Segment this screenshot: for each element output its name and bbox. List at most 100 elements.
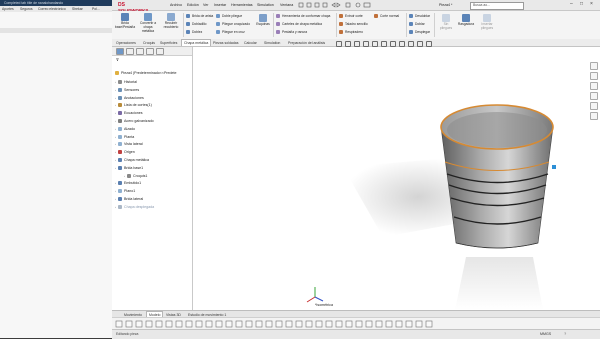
menu-herramientas[interactable]: Herramientas — [231, 3, 253, 7]
file-explorer-icon[interactable] — [590, 92, 598, 100]
tree-item[interactable]: › Sensores — [115, 88, 139, 92]
simple-hole-button[interactable]: Taladro sencillo — [339, 22, 368, 27]
corners-button[interactable]: Esquinas — [254, 14, 272, 27]
hem-button[interactable]: Dobladillo — [186, 22, 206, 27]
jog-button[interactable]: Doble pliegue — [216, 14, 242, 19]
sheetmetal-gusset-button[interactable]: Carteles de chapa metálica — [276, 22, 322, 27]
tab-preparacion-analisis[interactable]: Preparación del análisis — [286, 40, 327, 46]
tree-item[interactable]: › Vista lateral — [115, 142, 143, 147]
menu-simulation[interactable]: Simulation — [257, 3, 274, 7]
property-manager-tab-icon[interactable] — [126, 48, 134, 55]
bookmark-item[interactable]: Pol... — [92, 7, 100, 11]
tab-croquis[interactable]: Croquis — [141, 40, 157, 46]
configuration-tab-icon[interactable] — [136, 48, 144, 55]
menu-edicion[interactable]: Edición — [187, 3, 199, 7]
menu-insertar[interactable]: Insertar — [214, 3, 226, 7]
section-view-icon[interactable] — [363, 41, 369, 47]
search-field[interactable]: Busca ao... — [470, 2, 524, 10]
tab-calcular[interactable]: Calcular — [242, 40, 259, 46]
filter-icon[interactable]: ⊽ — [116, 57, 119, 62]
base-flange-button[interactable]: Brida base/Pestaña — [114, 13, 136, 30]
tree-item[interactable]: › Plano1 — [115, 189, 135, 194]
sensor-icon — [118, 87, 122, 92]
tree-item[interactable]: › Brida lateral — [115, 197, 143, 202]
previous-view-icon[interactable] — [354, 41, 360, 47]
normal-cut-button[interactable]: Corte normal — [374, 14, 399, 19]
model-view-canvas[interactable] — [193, 47, 600, 310]
help-icon[interactable]: ? — [564, 331, 566, 336]
zoom-area-icon[interactable] — [345, 41, 351, 47]
extruded-cut-button[interactable]: Extruir corte — [339, 14, 363, 19]
edit-appearance-icon[interactable] — [408, 41, 414, 47]
apply-scene-icon[interactable] — [417, 41, 423, 47]
display-style-icon[interactable] — [390, 41, 396, 47]
rip-button[interactable]: Rasgadura — [457, 14, 475, 27]
design-library-icon[interactable] — [590, 82, 598, 90]
graphics-viewport[interactable]: *Isométrica — [193, 47, 600, 310]
bookmark-item[interactable]: Correo electrónico — [38, 7, 66, 11]
quick-access-toolbar[interactable] — [298, 2, 408, 8]
tab-simulation[interactable]: Simulation — [262, 40, 282, 46]
tab-operaciones[interactable]: Operaciones — [114, 40, 138, 46]
bookmark-item[interactable]: Shekar — [72, 7, 83, 11]
tree-item[interactable]: › Brida base1 — [115, 166, 143, 170]
view-settings-icon[interactable] — [426, 41, 432, 47]
unfold-button[interactable]: Desdoblar — [409, 14, 430, 19]
tree-item[interactable]: › Anotaciones — [115, 96, 144, 100]
unfold-icon — [409, 14, 413, 19]
menu-ver[interactable]: Ver — [203, 3, 208, 7]
flatten-button[interactable]: Desplegar — [409, 30, 430, 35]
tree-item[interactable]: › Historial — [115, 80, 137, 85]
tree-item[interactable]: › Alzado — [115, 127, 135, 131]
tree-item[interactable]: › Chapa desplegada — [115, 205, 154, 209]
minimize-icon[interactable]: – — [570, 1, 573, 7]
tree-item[interactable]: › Chapa metálica — [115, 158, 149, 163]
close-icon[interactable]: × — [590, 1, 593, 7]
menu-ventana[interactable]: Ventana — [280, 3, 293, 7]
feature-icon — [118, 181, 122, 186]
feature-tree-tab-icon[interactable] — [116, 48, 124, 55]
tree-item[interactable]: › Embutido1 — [115, 181, 141, 186]
view-triad — [306, 287, 324, 303]
tab-chapa-metalica[interactable]: Chapa metálica — [181, 39, 212, 46]
dimxpert-tab-icon[interactable] — [146, 48, 154, 55]
sketched-bend-button[interactable]: Pliegue croquizado — [216, 22, 250, 27]
lofted-bend-button[interactable]: Recubrir recubierto — [160, 13, 182, 30]
hide-show-icon[interactable] — [399, 41, 405, 47]
vent-button[interactable]: Respiradero — [339, 30, 363, 35]
maximize-icon[interactable]: □ — [580, 1, 583, 7]
bookmark-item[interactable]: Seguros — [20, 7, 33, 11]
insert-bends-button[interactable]: Insertar pliegues — [478, 14, 496, 31]
bookmark-item[interactable]: Aportes — [2, 7, 14, 11]
tree-item[interactable]: › Origen — [115, 150, 135, 155]
tree-item[interactable]: › Lista de cortes(1) — [115, 103, 152, 108]
browser-tab-title[interactable]: Completed tab title de nanalohandando — [4, 1, 63, 5]
home-icon[interactable] — [590, 62, 598, 70]
display-manager-tab-icon[interactable] — [156, 48, 164, 55]
bend-button[interactable]: Doblez — [186, 30, 202, 35]
units-selector[interactable]: MMGS — [540, 332, 551, 336]
tab-piezas-soldadas[interactable]: Piezas soldadas — [211, 40, 241, 46]
tab-and-slot-button[interactable]: Pestaña y ranura — [276, 30, 307, 35]
selection-handle[interactable] — [552, 165, 556, 169]
view-orientation-icon[interactable] — [381, 41, 387, 47]
convert-sheetmetal-button[interactable]: Convertir a chapa metálica — [137, 13, 159, 33]
custom-properties-icon[interactable] — [590, 112, 598, 120]
tab-superficies[interactable]: Superficies — [158, 40, 179, 46]
appearances-icon[interactable] — [590, 102, 598, 110]
solidworks-logo[interactable]: DS SOLIDWORKS — [118, 2, 156, 13]
tree-item[interactable]: › Acero galvanizado — [115, 119, 154, 124]
part-root[interactable]: Pieza4 (Predeterminado<<Predete — [115, 71, 177, 76]
cross-break-button[interactable]: Pliegue en cruz — [216, 30, 245, 35]
tree-item[interactable]: › Ecuaciones — [115, 111, 143, 116]
forming-tool-button[interactable]: Herramienta de conformar chapa — [276, 14, 330, 19]
edge-flange-button[interactable]: Brida de arista — [186, 14, 213, 19]
tree-item[interactable]: › Planta — [115, 135, 134, 139]
resources-icon[interactable] — [590, 72, 598, 80]
fold-button[interactable]: Doblar — [409, 22, 425, 27]
no-bends-button[interactable]: Sin pliegues — [438, 14, 454, 31]
zoom-fit-icon[interactable] — [336, 41, 342, 47]
menu-archivo[interactable]: Archivo — [170, 3, 182, 7]
tree-item[interactable]: › Croquis1 — [124, 174, 147, 178]
dynamic-annotation-icon[interactable] — [372, 41, 378, 47]
